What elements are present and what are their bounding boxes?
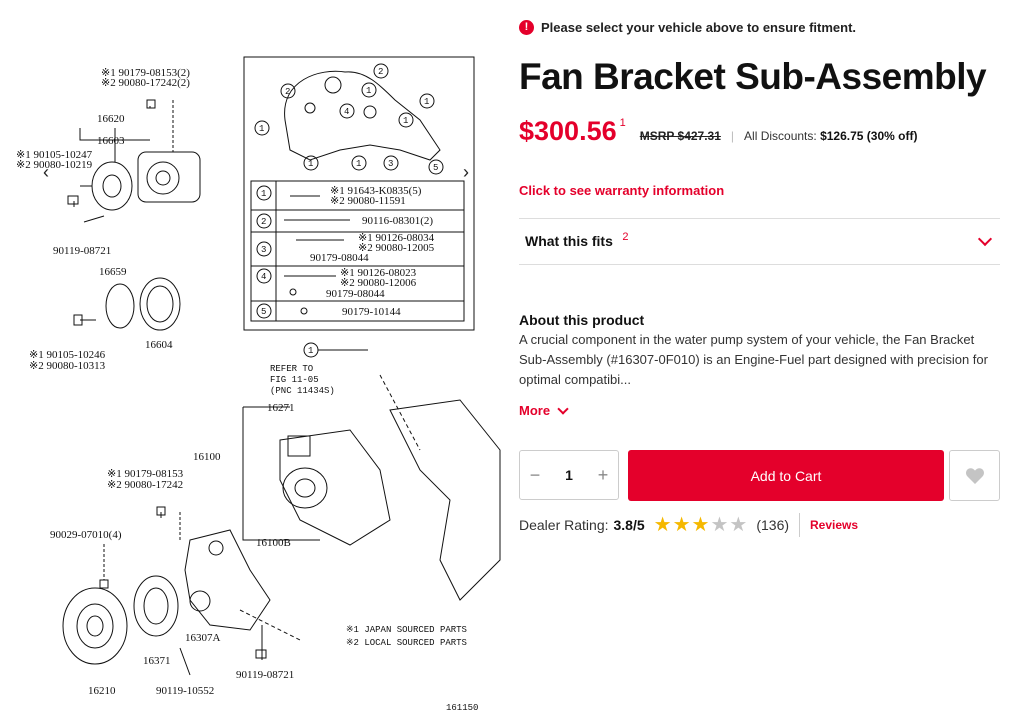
callout-number: 1 [261, 189, 266, 199]
table-part-number: ※2 90080-12005 [358, 242, 435, 254]
part-label: 16659 [99, 266, 127, 278]
part-label: 16604 [145, 339, 173, 351]
discount-summary: All Discounts: $126.75 (30% off) [744, 129, 917, 143]
callout-number: 1 [424, 97, 429, 107]
part-label: ※2 90080-17242(2) [101, 77, 190, 89]
part-label: 16307A [185, 632, 221, 644]
sale-price: $300.56 [519, 116, 617, 146]
warranty-link[interactable]: Click to see warranty information [519, 183, 724, 198]
part-label: 90119-08721 [53, 245, 111, 257]
parts-diagram: ※1 90179-08153(2) ※2 90080-17242(2) 1662… [0, 0, 505, 717]
about-heading: About this product [519, 312, 645, 328]
about-text: A crucial component in the water pump sy… [519, 332, 988, 387]
callout-number: 5 [261, 307, 266, 317]
part-label: 90029-07010(4) [50, 529, 122, 541]
part-label: 16620 [97, 113, 125, 125]
part-label: 16100 [193, 451, 221, 463]
discount-label: All Discounts: [744, 129, 817, 143]
divider: | [730, 129, 735, 143]
part-label: (PNC 11434S) [270, 386, 335, 396]
table-part-number: 90116-08301(2) [362, 215, 433, 227]
star-filled-icon: ★ [672, 514, 691, 536]
diagram-labels: ※1 90179-08153(2) ※2 90080-17242(2) 1662… [16, 67, 478, 713]
callout-number: 1 [403, 116, 408, 126]
callout-number: 5 [433, 163, 438, 173]
callout-number: 3 [388, 159, 393, 169]
review-count: (136) [756, 517, 790, 533]
dealer-rating: Dealer Rating: 3.8/5 ★ ★ ★ ★ ★ (136) Reviews [519, 513, 858, 537]
part-label: 90119-08721 [236, 669, 294, 681]
table-part-number: 90179-08044 [326, 288, 385, 300]
fitment-notice-text: Please select your vehicle above to ensu… [541, 20, 857, 35]
reviews-link[interactable]: Reviews [810, 518, 858, 532]
increment-button[interactable]: + [588, 465, 618, 486]
fits-header: What this fits 2 [519, 230, 629, 251]
part-label: REFER TO [270, 364, 313, 374]
chevron-left-icon[interactable]: ‹ [36, 160, 56, 184]
product-title: Fan Bracket Sub-Assembly [519, 56, 987, 97]
part-label: ※1 JAPAN SOURCED PARTS [346, 625, 467, 635]
rating-value: 3.8/5 [613, 517, 645, 533]
part-label: ※2 LOCAL SOURCED PARTS [346, 638, 467, 648]
chevron-down-icon [557, 402, 569, 415]
callout-number: 3 [261, 245, 266, 255]
part-label: 16603 [97, 135, 125, 147]
more-label: More [519, 403, 551, 418]
part-label: 16371 [143, 655, 171, 667]
quantity-input[interactable]: 1 [554, 467, 584, 483]
part-label: 16210 [88, 685, 116, 697]
callout-number: 4 [344, 107, 349, 117]
fitment-notice: ! Please select your vehicle above to en… [519, 20, 856, 35]
callout-number: 4 [261, 272, 266, 282]
what-this-fits-accordion[interactable]: What this fits 2 [519, 218, 1000, 265]
part-label: FIG 11-05 [270, 375, 319, 385]
star-empty-icon: ★ [710, 514, 729, 536]
callout-number: 2 [378, 67, 383, 77]
price-footnote: 1 [619, 117, 626, 129]
callout-number: 1 [308, 159, 313, 169]
heart-icon [965, 467, 984, 484]
callout-number: 1 [366, 86, 371, 96]
star-filled-icon: ★ [691, 514, 710, 536]
part-label: 90119-10552 [156, 685, 214, 697]
fits-label: What this fits [525, 232, 613, 249]
table-part-number: 90179-08044 [310, 252, 369, 264]
figure-number: 161150 [446, 703, 478, 713]
star-empty-icon: ★ [729, 514, 748, 536]
callout-number: 2 [285, 87, 290, 97]
price-row: $300.56 1 MSRP $427.31 | All Discounts: … [519, 116, 917, 147]
callout-number: 1 [259, 124, 264, 134]
add-to-cart-button[interactable]: Add to Cart [628, 450, 944, 501]
fits-footnote: 2 [622, 230, 629, 243]
more-toggle[interactable]: More [519, 402, 569, 418]
quantity-stepper: − 1 + [519, 450, 619, 500]
part-label: 16271 [267, 402, 295, 414]
part-label: ※2 90080-10313 [29, 360, 106, 372]
callout-number: 2 [261, 217, 266, 227]
part-label: ※2 90080-17242 [107, 479, 183, 491]
callout-number: 1 [356, 159, 361, 169]
alert-icon: ! [519, 20, 534, 35]
discount-value: $126.75 (30% off) [820, 129, 918, 143]
part-label: 16100B [256, 537, 291, 549]
wishlist-button[interactable] [949, 450, 1000, 501]
table-part-number: 90179-10144 [342, 306, 401, 318]
chevron-right-icon[interactable]: › [456, 160, 476, 184]
divider [799, 513, 801, 537]
star-filled-icon: ★ [653, 514, 672, 536]
rating-label: Dealer Rating: [519, 517, 609, 533]
decrement-button[interactable]: − [520, 465, 550, 486]
callout-number: 1 [308, 346, 313, 356]
rating-stars: ★ ★ ★ ★ ★ [654, 515, 749, 535]
table-part-number: ※2 90080-11591 [330, 195, 406, 207]
msrp-price: MSRP $427.31 [639, 129, 721, 143]
chevron-down-icon [977, 231, 993, 247]
